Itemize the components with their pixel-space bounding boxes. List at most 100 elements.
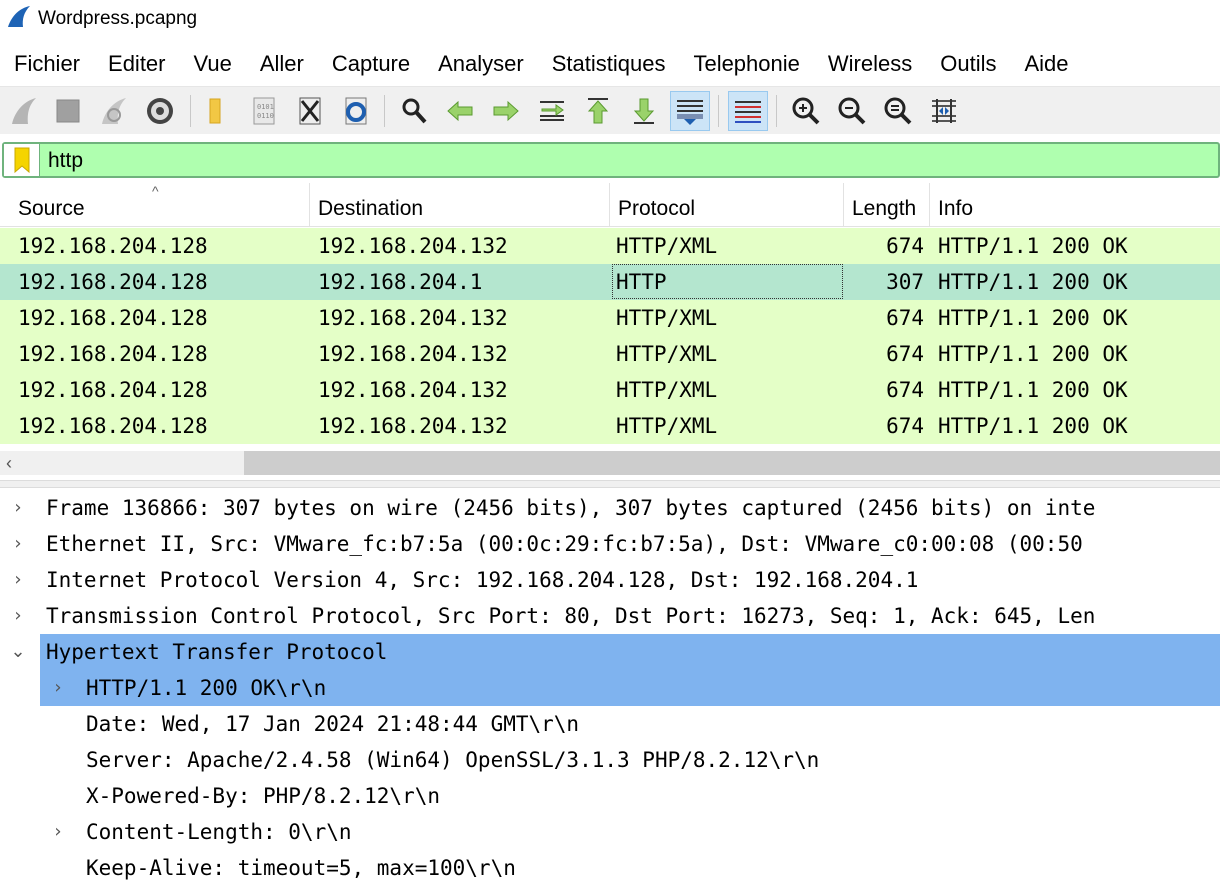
scroll-left-icon[interactable]: ‹: [6, 451, 12, 475]
menu-vue[interactable]: Vue: [180, 44, 246, 84]
cell-source: 192.168.204.128: [18, 306, 208, 330]
tree-item-label: Ethernet II, Src: VMware_fc:b7:5a (00:0c…: [46, 532, 1083, 556]
chevron-right-icon[interactable]: ›: [8, 490, 28, 526]
menu-aide[interactable]: Aide: [1010, 44, 1082, 84]
capture-options-icon[interactable]: [140, 91, 180, 131]
tree-item-label: Keep-Alive: timeout=5, max=100\r\n: [86, 856, 516, 880]
cell-destination: 192.168.204.132: [318, 342, 508, 366]
tree-item-ethernet[interactable]: › Ethernet II, Src: VMware_fc:b7:5a (00:…: [0, 526, 1220, 562]
column-header-length[interactable]: Length: [844, 183, 930, 227]
tree-item-server[interactable]: Server: Apache/2.4.58 (Win64) OpenSSL/3.…: [0, 742, 1220, 778]
column-header-destination[interactable]: Destination: [310, 183, 610, 227]
cell-source: 192.168.204.128: [18, 378, 208, 402]
cell-protocol: HTTP/XML: [616, 378, 718, 402]
cell-length: 307: [886, 270, 924, 294]
filter-bookmark-icon[interactable]: [4, 144, 40, 176]
packet-list: ^ Source Destination Protocol Length Inf…: [0, 183, 1220, 479]
zoom-in-icon[interactable]: [786, 91, 826, 131]
start-capture-icon[interactable]: [4, 91, 44, 131]
close-file-icon[interactable]: [290, 91, 330, 131]
cell-info: HTTP/1.1 200 OK: [938, 342, 1128, 366]
menu-analyser[interactable]: Analyser: [424, 44, 538, 84]
last-packet-icon[interactable]: [624, 91, 664, 131]
auto-scroll-icon[interactable]: [670, 91, 710, 131]
tree-item-status-line[interactable]: › HTTP/1.1 200 OK\r\n: [40, 670, 1220, 706]
normal-size-icon[interactable]: [878, 91, 918, 131]
cell-info: HTTP/1.1 200 OK: [938, 234, 1128, 258]
cell-info: HTTP/1.1 200 OK: [938, 306, 1128, 330]
chevron-right-icon[interactable]: ›: [48, 814, 68, 850]
go-to-packet-icon[interactable]: [532, 91, 572, 131]
column-header-info[interactable]: Info: [930, 183, 1220, 227]
tree-item-label: Internet Protocol Version 4, Src: 192.16…: [46, 568, 919, 592]
tree-item-frame[interactable]: › Frame 136866: 307 bytes on wire (2456 …: [0, 490, 1220, 526]
tree-item-label: Server: Apache/2.4.58 (Win64) OpenSSL/3.…: [86, 748, 820, 772]
chevron-right-icon[interactable]: ›: [8, 562, 28, 598]
menu-statistiques[interactable]: Statistiques: [538, 44, 680, 84]
cell-source: 192.168.204.128: [18, 414, 208, 438]
reload-file-icon[interactable]: [336, 91, 376, 131]
tree-item-tcp[interactable]: › Transmission Control Protocol, Src Por…: [0, 598, 1220, 634]
tree-item-x-powered-by[interactable]: X-Powered-By: PHP/8.2.12\r\n: [0, 778, 1220, 814]
column-header-protocol[interactable]: Protocol: [610, 183, 844, 227]
first-packet-icon[interactable]: [578, 91, 618, 131]
cell-destination: 192.168.204.132: [318, 306, 508, 330]
chevron-right-icon[interactable]: ›: [8, 598, 28, 634]
menu-fichier[interactable]: Fichier: [0, 44, 94, 84]
tree-item-label: X-Powered-By: PHP/8.2.12\r\n: [86, 784, 441, 808]
window-title: Wordpress.pcapng: [38, 8, 198, 29]
colorize-icon[interactable]: [728, 91, 768, 131]
open-file-icon[interactable]: [196, 91, 236, 131]
menu-aller[interactable]: Aller: [246, 44, 318, 84]
cell-destination: 192.168.204.132: [318, 378, 508, 402]
title-bar: Wordpress.pcapng: [0, 0, 1220, 38]
cell-destination: 192.168.204.1: [318, 270, 483, 294]
menu-capture[interactable]: Capture: [318, 44, 424, 84]
cell-length: 674: [886, 378, 924, 402]
menu-telephonie[interactable]: Telephonie: [679, 44, 813, 84]
packet-list-hscrollbar[interactable]: ‹: [0, 451, 1220, 475]
packet-row[interactable]: 192.168.204.128 192.168.204.132 HTTP/XML…: [0, 228, 1220, 264]
hscrollbar-thumb[interactable]: [244, 451, 1220, 475]
stop-capture-icon[interactable]: [48, 91, 88, 131]
menu-outils[interactable]: Outils: [926, 44, 1010, 84]
menu-editer[interactable]: Editer: [94, 44, 179, 84]
tree-item-keep-alive[interactable]: Keep-Alive: timeout=5, max=100\r\n: [0, 850, 1220, 886]
packet-row[interactable]: 192.168.204.128 192.168.204.132 HTTP/XML…: [0, 300, 1220, 336]
cell-protocol: HTTP/XML: [616, 414, 718, 438]
go-forward-icon[interactable]: [486, 91, 526, 131]
tree-item-content-length[interactable]: › Content-Length: 0\r\n: [0, 814, 1220, 850]
svg-text:0110: 0110: [257, 112, 274, 120]
packet-row[interactable]: 192.168.204.128 192.168.204.132 HTTP/XML…: [0, 336, 1220, 372]
packet-row-selected[interactable]: 192.168.204.128 192.168.204.1 HTTP 307 H…: [0, 264, 1220, 300]
chevron-right-icon[interactable]: ›: [48, 670, 68, 706]
column-header-source[interactable]: Source: [10, 183, 310, 227]
cell-source: 192.168.204.128: [18, 342, 208, 366]
display-filter-bar: http: [0, 140, 1220, 180]
cell-info: HTTP/1.1 200 OK: [938, 270, 1128, 294]
find-packet-icon[interactable]: [394, 91, 434, 131]
cell-protocol: HTTP/XML: [616, 234, 718, 258]
tree-item-ipv4[interactable]: › Internet Protocol Version 4, Src: 192.…: [0, 562, 1220, 598]
svg-text:0101: 0101: [257, 103, 274, 111]
display-filter-text: http: [48, 149, 84, 172]
pane-splitter[interactable]: [0, 480, 1220, 488]
tree-item-http[interactable]: Hypertext Transfer Protocol: [40, 634, 1220, 670]
tree-item-label: Transmission Control Protocol, Src Port:…: [46, 604, 1096, 628]
packet-row[interactable]: 192.168.204.128 192.168.204.132 HTTP/XML…: [0, 408, 1220, 444]
go-back-icon[interactable]: [440, 91, 480, 131]
resize-columns-icon[interactable]: [924, 91, 964, 131]
tree-item-label: Hypertext Transfer Protocol: [46, 640, 388, 664]
chevron-down-icon[interactable]: ⌄: [8, 634, 28, 670]
cell-length: 674: [886, 306, 924, 330]
packet-list-header: ^ Source Destination Protocol Length Inf…: [0, 183, 1220, 227]
packet-row[interactable]: 192.168.204.128 192.168.204.132 HTTP/XML…: [0, 372, 1220, 408]
cell-protocol: HTTP: [616, 270, 667, 294]
chevron-right-icon[interactable]: ›: [8, 526, 28, 562]
menu-wireless[interactable]: Wireless: [814, 44, 926, 84]
restart-capture-icon[interactable]: [94, 91, 134, 131]
display-filter-input[interactable]: http: [2, 142, 1220, 178]
tree-item-date[interactable]: Date: Wed, 17 Jan 2024 21:48:44 GMT\r\n: [0, 706, 1220, 742]
save-file-icon[interactable]: 0101 0110: [244, 91, 284, 131]
zoom-out-icon[interactable]: [832, 91, 872, 131]
